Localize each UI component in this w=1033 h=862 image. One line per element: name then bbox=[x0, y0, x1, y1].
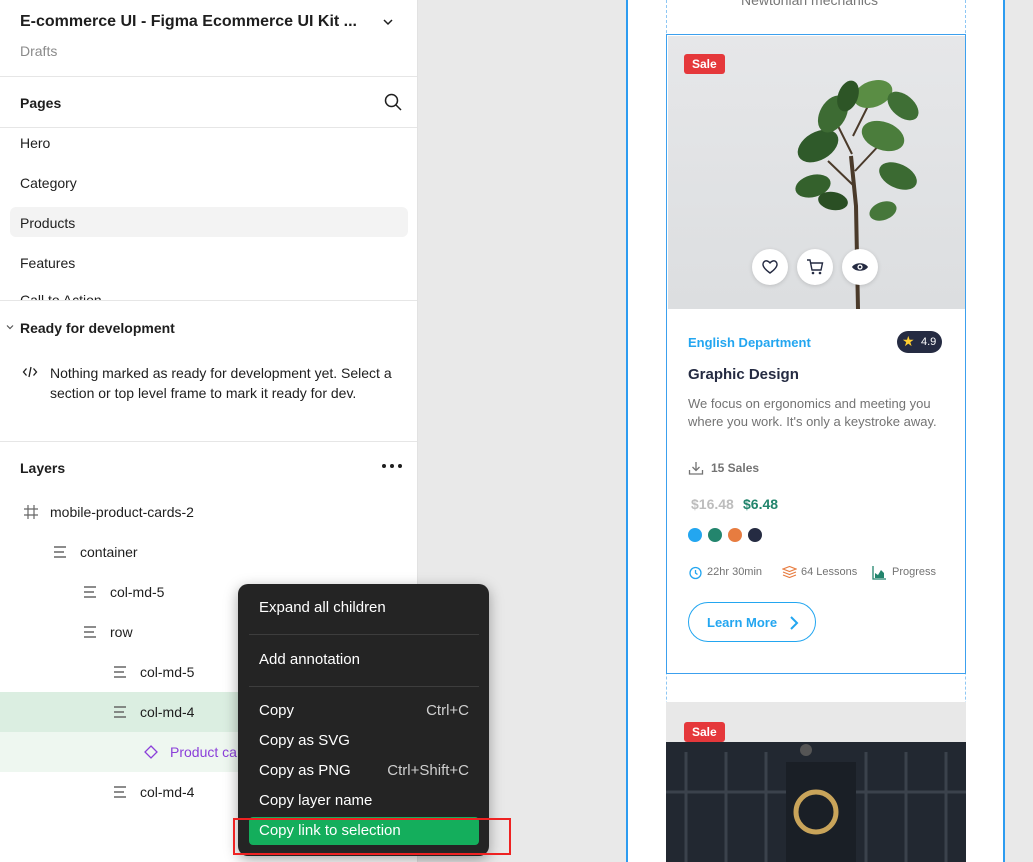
menu-item-copy-as-svg[interactable]: Copy as SVG bbox=[249, 727, 479, 755]
divider bbox=[0, 300, 417, 301]
layer-name: col-md-4 bbox=[140, 704, 195, 720]
divider bbox=[0, 127, 417, 128]
color-swatch[interactable] bbox=[748, 528, 762, 542]
quick-view-button[interactable] bbox=[842, 249, 878, 285]
menu-item-label: Copy as SVG bbox=[259, 732, 350, 749]
menu-separator bbox=[249, 686, 479, 687]
menu-item-add-annotation[interactable]: Add annotation bbox=[249, 646, 479, 674]
menu-item-label: Copy bbox=[259, 702, 295, 719]
frame-top-text: Newtonian mechanics bbox=[741, 0, 878, 8]
progress-label: Progress bbox=[892, 566, 937, 578]
autolayout-icon bbox=[84, 626, 96, 638]
chevron-right-icon bbox=[790, 616, 799, 630]
file-location[interactable]: Drafts bbox=[20, 43, 57, 59]
dev-section-title[interactable]: Ready for development bbox=[20, 320, 175, 336]
color-swatch[interactable] bbox=[708, 528, 722, 542]
wishlist-button[interactable] bbox=[752, 249, 788, 285]
sale-badge: Sale bbox=[684, 54, 725, 74]
product-department[interactable]: English Department bbox=[688, 335, 811, 350]
layer-name: col-md-4 bbox=[140, 784, 195, 800]
menu-item-label: Copy layer name bbox=[259, 792, 373, 809]
sale-badge: Sale bbox=[684, 722, 725, 742]
cart-icon bbox=[807, 259, 824, 275]
product-card[interactable]: Sale bbox=[666, 34, 966, 674]
course-duration: 22hr 30min bbox=[707, 566, 763, 578]
eye-icon bbox=[852, 263, 868, 271]
menu-item-label: Add annotation bbox=[259, 651, 360, 668]
divider bbox=[0, 441, 417, 442]
download-icon bbox=[688, 462, 704, 475]
autolayout-icon bbox=[114, 666, 126, 678]
highlight-annotation-box bbox=[233, 818, 511, 855]
layers-title: Layers bbox=[20, 460, 66, 476]
product-title[interactable]: Graphic Design bbox=[688, 366, 799, 383]
menu-item-label: Copy as PNG bbox=[259, 762, 351, 779]
menu-item-label: Expand all children bbox=[259, 599, 386, 616]
menu-item-shortcut: Ctrl+Shift+C bbox=[387, 762, 469, 779]
page-item-hero[interactable]: Hero bbox=[20, 135, 50, 151]
dev-empty-message: Nothing marked as ready for development … bbox=[50, 365, 392, 401]
layer-row-container[interactable]: container bbox=[0, 532, 417, 572]
search-icon[interactable] bbox=[384, 93, 402, 111]
divider bbox=[0, 76, 417, 77]
page-item-products[interactable]: Products bbox=[20, 215, 75, 231]
lessons-count: 64 Lessons bbox=[801, 566, 858, 578]
layer-name: row bbox=[110, 624, 133, 640]
layer-name: container bbox=[80, 544, 138, 560]
menu-item-shortcut: Ctrl+C bbox=[426, 702, 469, 719]
progress-chart-icon bbox=[872, 566, 886, 580]
clock-icon bbox=[689, 566, 702, 580]
layer-row-frame[interactable]: mobile-product-cards-2 bbox=[0, 492, 417, 532]
frame-icon bbox=[24, 505, 38, 519]
menu-separator bbox=[249, 634, 479, 635]
color-swatch[interactable] bbox=[728, 528, 742, 542]
code-icon bbox=[22, 366, 38, 378]
color-swatch[interactable] bbox=[688, 528, 702, 542]
rating-badge: ★ 4.9 bbox=[897, 331, 942, 353]
chevron-down-icon[interactable] bbox=[380, 14, 396, 30]
context-menu: Expand all children Add annotation Copy … bbox=[238, 584, 489, 856]
autolayout-icon bbox=[114, 786, 126, 798]
chevron-down-icon[interactable] bbox=[5, 322, 15, 332]
add-to-cart-button[interactable] bbox=[797, 249, 833, 285]
star-icon: ★ bbox=[902, 333, 915, 349]
old-price: $16.48 bbox=[691, 496, 734, 512]
menu-item-copy-layer-name[interactable]: Copy layer name bbox=[249, 787, 479, 815]
more-options-icon[interactable] bbox=[381, 460, 403, 472]
page-item-category[interactable]: Category bbox=[20, 175, 77, 191]
page-item-features[interactable]: Features bbox=[20, 255, 75, 271]
lessons-icon bbox=[782, 565, 797, 579]
learn-more-label: Learn More bbox=[707, 615, 778, 630]
menu-item-copy[interactable]: Copy Ctrl+C bbox=[249, 697, 479, 725]
file-title[interactable]: E-commerce UI - Figma Ecommerce UI Kit .… bbox=[20, 13, 357, 31]
autolayout-icon bbox=[54, 546, 66, 558]
pages-title: Pages bbox=[20, 95, 62, 111]
menu-item-copy-as-png[interactable]: Copy as PNG Ctrl+Shift+C bbox=[249, 757, 479, 785]
layer-name: mobile-product-cards-2 bbox=[50, 504, 194, 520]
new-price: $6.48 bbox=[743, 496, 779, 512]
menu-item-expand-all-children[interactable]: Expand all children bbox=[249, 594, 479, 622]
layer-name: col-md-5 bbox=[140, 664, 195, 680]
sales-count: 15 Sales bbox=[711, 461, 760, 475]
rating-value: 4.9 bbox=[921, 336, 937, 348]
product-card-2[interactable]: Sale bbox=[666, 702, 966, 862]
learn-more-button[interactable]: Learn More bbox=[688, 602, 816, 642]
instance-icon bbox=[144, 745, 158, 759]
autolayout-icon bbox=[84, 586, 96, 598]
heart-icon bbox=[762, 260, 778, 274]
layer-name: Product ca bbox=[170, 744, 237, 760]
autolayout-icon bbox=[114, 706, 126, 718]
product-description: We focus on ergonomics and meeting you w… bbox=[688, 396, 937, 429]
layer-name: col-md-5 bbox=[110, 584, 165, 600]
